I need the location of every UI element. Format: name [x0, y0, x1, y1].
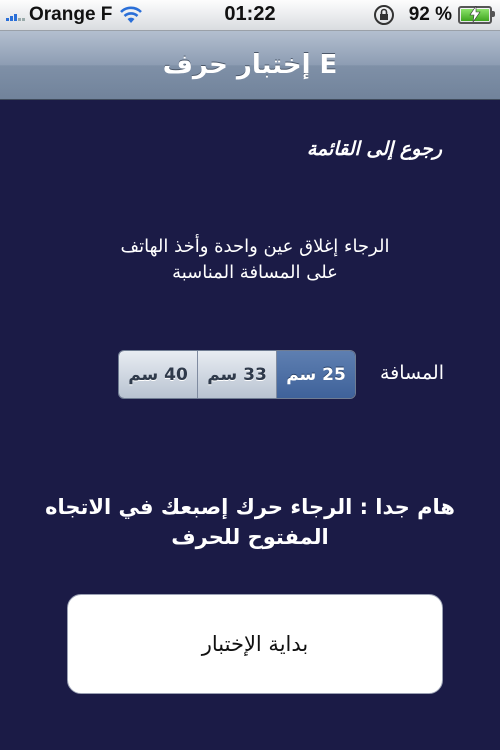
important-line-2: المفتوح للحرف — [171, 525, 329, 549]
battery-percent: 92 % — [408, 4, 452, 25]
status-bar: Orange F 01:22 92 % — [0, 0, 500, 31]
distance-option-40[interactable]: 40 سم — [119, 351, 197, 398]
important-notice: هام جدا : الرجاء حرك إصبعك في الاتجاه ال… — [40, 492, 460, 552]
battery-charging-icon — [458, 6, 495, 24]
instruction-line-1: الرجاء إغلاق عين واحدة وأخذ الهاتف — [120, 236, 390, 257]
page-title: إختبار حرف E — [162, 50, 338, 80]
important-line-1: هام جدا : الرجاء حرك إصبعك في الاتجاه — [45, 495, 455, 519]
navigation-bar: إختبار حرف E — [0, 31, 500, 100]
distance-option-33[interactable]: 33 سم — [197, 351, 276, 398]
start-test-button[interactable]: بداية الإختبار — [67, 594, 443, 694]
distance-label: المسافة — [379, 362, 444, 384]
status-right: 92 % — [373, 4, 495, 26]
back-to-list-link[interactable]: رجوع إلى القائمة — [307, 138, 442, 160]
distance-segmented-control[interactable]: 40 سم 33 سم 25 سم — [118, 350, 356, 399]
rotation-lock-icon — [373, 5, 394, 25]
instruction-text: الرجاء إغلاق عين واحدة وأخذ الهاتف على ا… — [90, 234, 420, 286]
distance-option-25[interactable]: 25 سم — [276, 351, 355, 398]
instruction-line-2: على المسافة المناسبة — [172, 262, 338, 283]
